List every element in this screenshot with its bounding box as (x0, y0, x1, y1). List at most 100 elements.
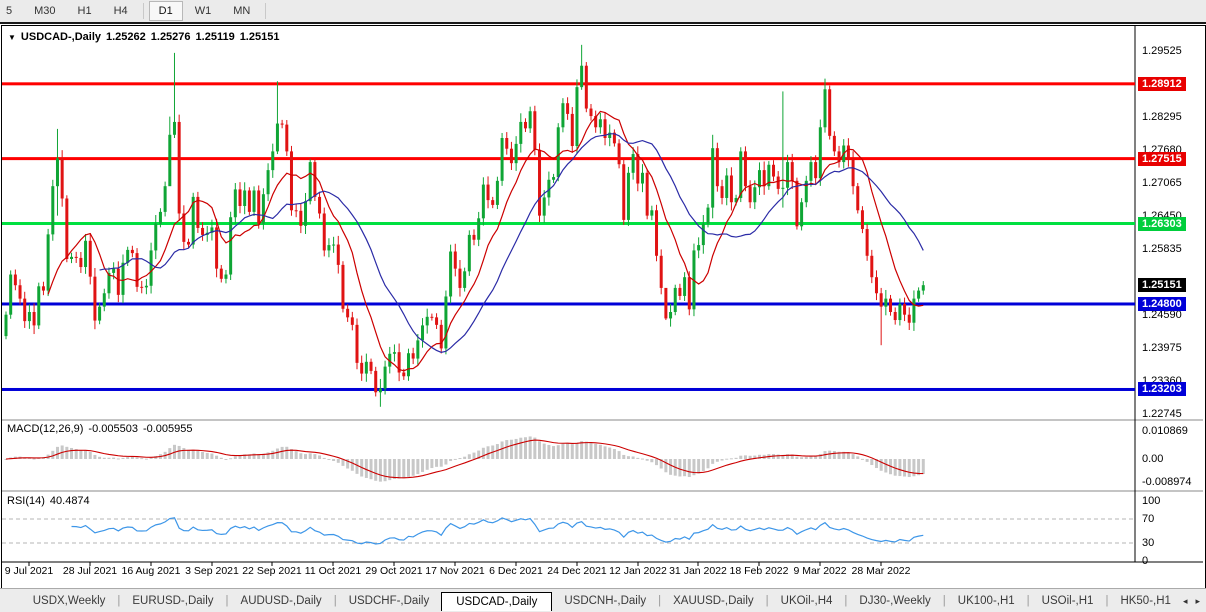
macd-histogram-bar (561, 443, 565, 459)
candle-body (196, 196, 200, 228)
toolbar-separator (142, 3, 144, 19)
candle-body (477, 218, 481, 240)
macd-histogram-bar (851, 454, 855, 459)
candle-body (921, 285, 925, 291)
tab-scroll-right-icon[interactable]: ▸ (1195, 596, 1200, 607)
macd-histogram-bar (439, 459, 443, 467)
candle-body (823, 89, 827, 128)
rsi-name: RSI(14) (7, 495, 45, 507)
candle-body (505, 138, 509, 149)
timeframe-button-w1[interactable]: W1 (185, 1, 222, 21)
candle-body (332, 244, 336, 246)
candle-body (790, 162, 794, 181)
symbol-tab-uk100[interactable]: UK100-,H1 (946, 592, 1027, 610)
macd-histogram-bar (406, 459, 410, 477)
price-chart-canvas[interactable] (2, 26, 1203, 586)
macd-histogram-bar (495, 444, 499, 459)
candle-body (430, 316, 434, 318)
date-axis-label: 9 Mar 2022 (793, 565, 847, 577)
candle-body (435, 317, 439, 325)
horizontal-level-line-undefined[interactable] (2, 387, 1135, 391)
candle-body (364, 361, 368, 374)
macd-histogram-bar (332, 459, 336, 461)
candle-body (360, 362, 364, 374)
candle-body (580, 65, 584, 88)
macd-histogram-bar (533, 437, 537, 459)
symbol-tab-ukoil[interactable]: UKOil-,H4 (769, 592, 845, 610)
price-level-badge: 1.28912 (1138, 76, 1186, 91)
timeframe-button-h1[interactable]: H1 (68, 1, 102, 21)
symbol-tab-dj30[interactable]: DJ30-,Weekly (847, 592, 942, 610)
timeframe-button-d1[interactable]: D1 (148, 1, 183, 21)
candle-body (285, 124, 289, 152)
macd-histogram-bar (93, 454, 97, 459)
candle-body (697, 245, 701, 251)
macd-axis-tick: -0.008974 (1142, 476, 1192, 489)
candle-body (889, 298, 893, 313)
macd-histogram-bar (860, 458, 864, 460)
macd-histogram-bar (664, 459, 668, 473)
macd-histogram-bar (917, 459, 921, 476)
macd-histogram-bar (299, 453, 303, 459)
candle-body (846, 145, 850, 160)
candle-body (238, 189, 242, 206)
candle-body (383, 366, 387, 389)
timeframe-button-m30[interactable]: M30 (24, 1, 65, 21)
macd-histogram-bar (711, 459, 715, 464)
candle-body (711, 148, 715, 208)
candle-body (177, 121, 181, 214)
candle-body (318, 196, 322, 214)
price-level-badge: 1.24800 (1138, 296, 1186, 311)
macd-histogram-bar (832, 451, 836, 459)
candle-body (187, 241, 191, 245)
candle-body (60, 158, 64, 199)
candle-body (201, 227, 205, 235)
macd-histogram-bar (669, 459, 673, 475)
timeframe-button-h4[interactable]: H4 (104, 1, 138, 21)
macd-histogram-bar (416, 459, 420, 475)
macd-histogram-bar (800, 457, 804, 459)
horizontal-level-line-undefined[interactable] (2, 157, 1135, 161)
symbol-tab-usdx[interactable]: USDX,Weekly (21, 592, 118, 610)
candle-body (149, 250, 153, 286)
macd-histogram-bar (631, 456, 635, 459)
macd-value-signal: -0.005955 (142, 423, 193, 435)
macd-histogram-bar (458, 458, 462, 460)
candle-body (683, 277, 687, 296)
horizontal-level-line-undefined[interactable] (2, 222, 1135, 226)
macd-histogram-bar (435, 459, 439, 467)
symbol-tab-usdcad[interactable]: USDCAD-,Daily (441, 591, 553, 611)
symbol-tab-usdchf[interactable]: USDCHF-,Daily (337, 592, 442, 610)
symbol-tab-usdcnh[interactable]: USDCNH-,Daily (552, 592, 658, 610)
candle-body (706, 207, 710, 224)
candle-body (416, 340, 420, 359)
candle-body (313, 162, 317, 197)
candle-body (650, 210, 654, 216)
symbol-tab-usoil[interactable]: USOil-,H1 (1030, 592, 1106, 610)
macd-histogram-bar (425, 459, 429, 470)
macd-histogram-bar (383, 459, 387, 482)
symbol-tab-audusd[interactable]: AUDUSD-,Daily (229, 592, 334, 610)
tab-scroll-left-icon[interactable]: ◂ (1183, 596, 1188, 607)
macd-histogram-bar (552, 446, 556, 459)
macd-histogram-bar (622, 454, 626, 459)
horizontal-level-line-undefined[interactable] (2, 302, 1135, 306)
candle-body (729, 175, 733, 203)
candle-body (168, 134, 172, 187)
horizontal-level-line-undefined[interactable] (2, 82, 1135, 86)
candle-body (369, 361, 373, 371)
macd-histogram-bar (126, 457, 130, 459)
timeframe-button-5[interactable]: 5 (0, 1, 22, 21)
macd-histogram-bar (350, 459, 354, 471)
macd-histogram-bar (612, 449, 616, 459)
symbol-tab-eurusd[interactable]: EURUSD-,Daily (120, 592, 225, 610)
candle-body (725, 175, 729, 198)
chart-collapse-icon[interactable]: ▼ (8, 33, 16, 42)
candle-body (828, 89, 832, 136)
timeframe-button-mn[interactable]: MN (223, 1, 260, 21)
symbol-tab-xauusd[interactable]: XAUUSD-,Daily (661, 592, 766, 610)
candle-body (88, 240, 92, 277)
date-axis-label: 22 Sep 2021 (242, 565, 302, 577)
macd-histogram-bar (481, 447, 485, 459)
symbol-tab-hk50[interactable]: HK50-,H1 (1108, 592, 1183, 610)
